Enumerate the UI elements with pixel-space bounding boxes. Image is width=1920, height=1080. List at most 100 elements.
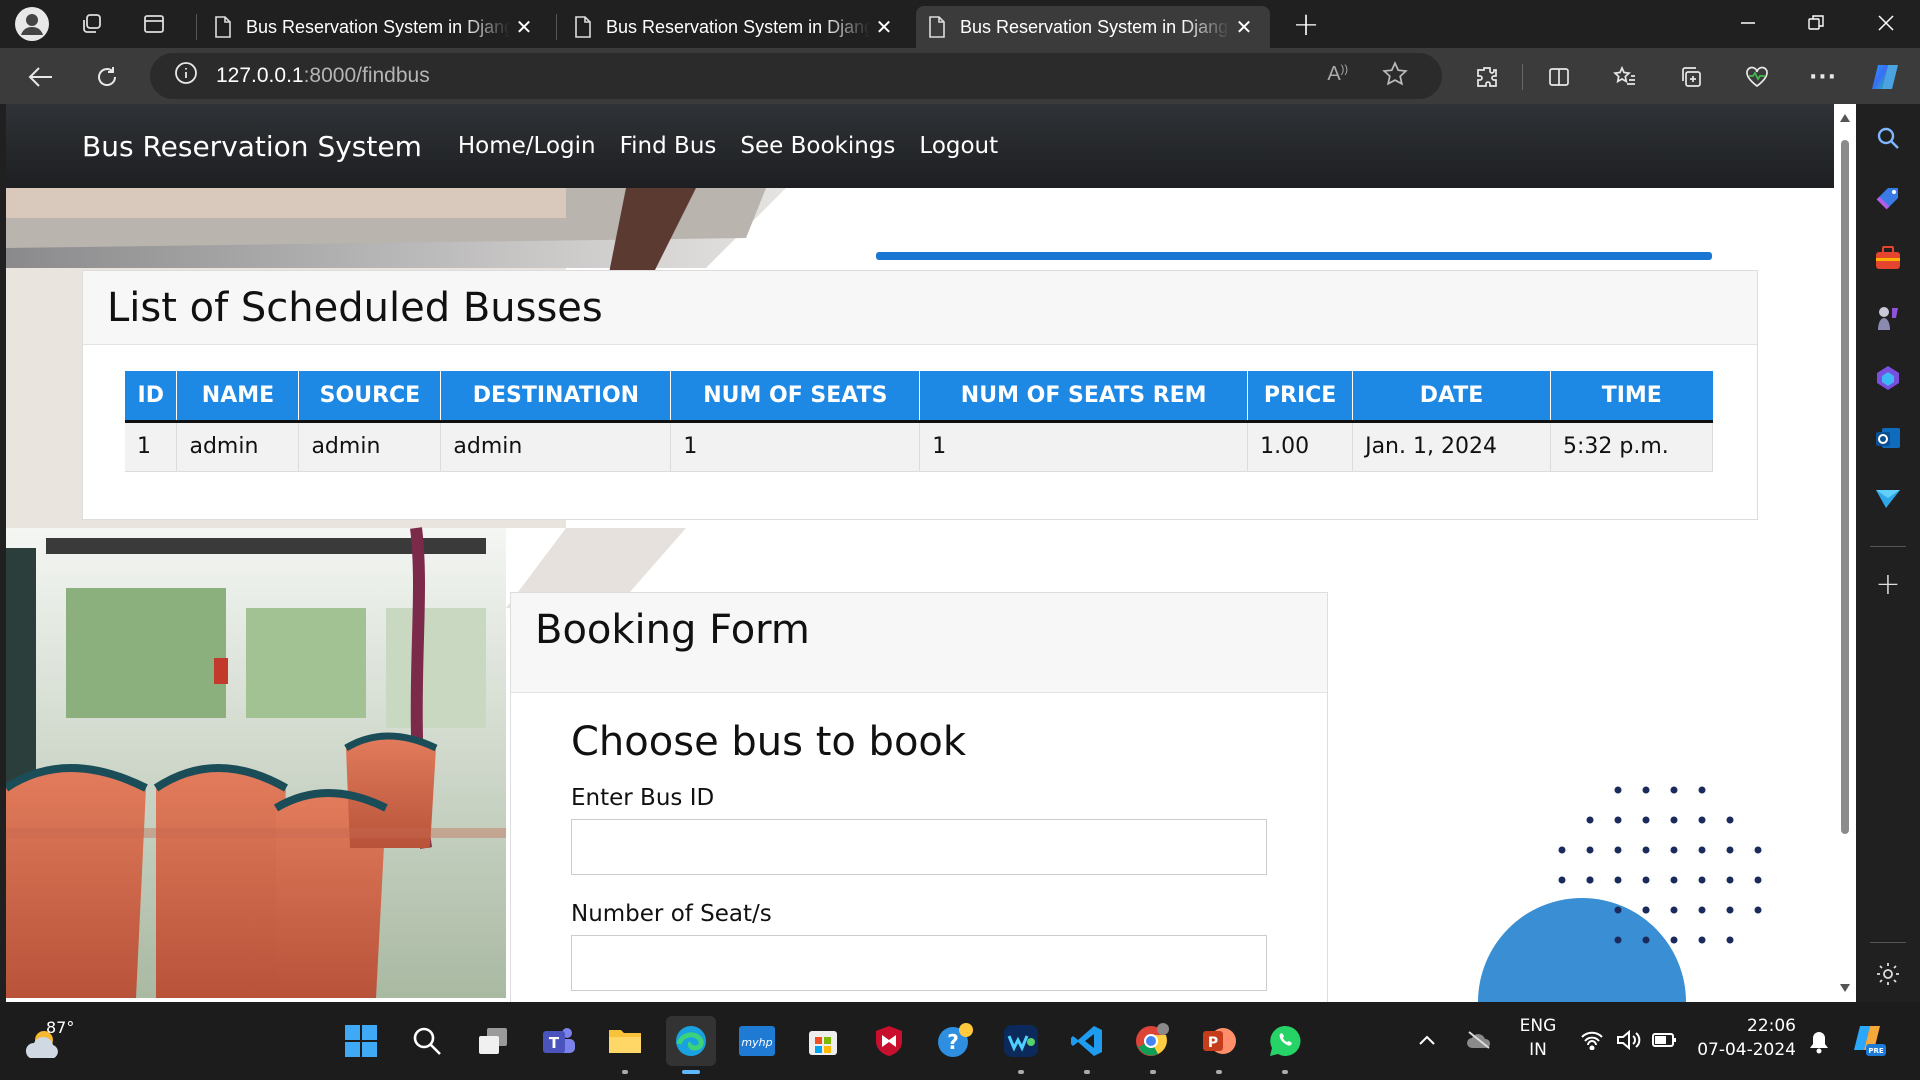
- address-bar[interactable]: 127.0.0.1:8000/findbus A)): [150, 53, 1442, 99]
- more-menu-icon[interactable]: ···: [1804, 58, 1842, 96]
- shopping-tag-icon[interactable]: [1870, 180, 1906, 216]
- blue-circle-decoration: [1478, 898, 1686, 1002]
- seats-input[interactable]: [571, 935, 1267, 991]
- webex-icon[interactable]: [996, 1016, 1046, 1074]
- file-explorer-icon[interactable]: [600, 1016, 650, 1074]
- close-tab-icon[interactable]: ✕: [510, 13, 538, 41]
- start-windows-icon[interactable]: [336, 1016, 386, 1066]
- col-source: SOURCE: [298, 371, 442, 423]
- close-tab-icon[interactable]: ✕: [1230, 13, 1258, 41]
- page-scrollbar[interactable]: [1834, 104, 1856, 1002]
- search-icon[interactable]: [1870, 120, 1906, 156]
- refresh-icon[interactable]: [88, 58, 126, 96]
- url-path: :8000/findbus: [303, 64, 430, 87]
- restore-button[interactable]: [1782, 0, 1850, 46]
- onedrive-offline-icon[interactable]: [1466, 1030, 1492, 1054]
- whatsapp-icon[interactable]: [1260, 1016, 1310, 1074]
- minimize-button[interactable]: [1714, 0, 1782, 46]
- taskbar-search-icon[interactable]: [402, 1016, 452, 1066]
- cell-time: 5:32 p.m.: [1550, 421, 1713, 472]
- scroll-thumb[interactable]: [1841, 140, 1849, 834]
- bus-list-card: List of Scheduled Busses ID NAME SOURCE …: [82, 270, 1758, 520]
- mcafee-icon[interactable]: [864, 1016, 914, 1066]
- read-aloud-icon[interactable]: A)): [1327, 63, 1348, 86]
- new-tab-button[interactable]: +: [1288, 5, 1324, 43]
- copilot-preview-icon[interactable]: PRE: [1852, 1022, 1888, 1062]
- browser-tab-2[interactable]: Bus Reservation System in Django ✕: [562, 6, 910, 48]
- send-icon[interactable]: [1870, 480, 1906, 516]
- tools-briefcase-icon[interactable]: [1870, 240, 1906, 276]
- svg-text:myhp: myhp: [741, 1036, 772, 1049]
- col-id: ID: [125, 371, 178, 423]
- svg-text:T: T: [549, 1034, 560, 1052]
- show-hidden-icons-chevron-icon[interactable]: [1418, 1030, 1436, 1051]
- keyboard-region: IN: [1529, 1040, 1547, 1060]
- tab-title: Bus Reservation System in Django: [606, 16, 870, 37]
- microsoft-store-icon[interactable]: [798, 1016, 848, 1066]
- windows-taskbar: 87° T myhp ? P ENG IN 22:06 07-04-2024 P…: [0, 1002, 1920, 1080]
- powerpoint-icon[interactable]: P: [1194, 1016, 1244, 1074]
- vscode-icon[interactable]: [1062, 1016, 1112, 1074]
- browser-essentials-icon[interactable]: [1738, 58, 1776, 96]
- browser-tab-3-active[interactable]: Bus Reservation System in Django ✕: [916, 6, 1270, 48]
- close-window-button[interactable]: [1852, 0, 1920, 46]
- wifi-icon[interactable]: [1580, 1030, 1604, 1054]
- games-icon[interactable]: [1870, 300, 1906, 336]
- web-page: Bus Reservation System Home/Login Find B…: [6, 104, 1834, 1002]
- browser-tab-1[interactable]: Bus Reservation System in Django ✕: [202, 6, 550, 48]
- favorite-star-icon[interactable]: [1382, 61, 1408, 93]
- booking-form-card: Booking Form Choose bus to book Enter Bu…: [510, 592, 1328, 1002]
- get-help-icon[interactable]: ?: [930, 1016, 980, 1066]
- split-screen-icon[interactable]: [1540, 58, 1578, 96]
- outlook-icon[interactable]: [1870, 420, 1906, 456]
- teams-icon[interactable]: T: [534, 1016, 584, 1066]
- tab-actions-icon[interactable]: [136, 6, 172, 42]
- booking-form-heading: Booking Form: [511, 593, 1327, 693]
- cell-price: 1.00: [1247, 421, 1354, 472]
- weather-widget[interactable]: 87°: [24, 1018, 84, 1064]
- notifications-bell-icon[interactable]: [1808, 1030, 1830, 1058]
- cell-name: admin: [176, 421, 300, 472]
- favorites-icon[interactable]: [1606, 58, 1644, 96]
- system-clock[interactable]: 22:06 07-04-2024: [1696, 1014, 1796, 1062]
- edge-browser-icon[interactable]: [666, 1016, 716, 1074]
- cell-num-seats: 1: [670, 421, 921, 472]
- bus-id-input[interactable]: [571, 819, 1267, 875]
- workspaces-icon[interactable]: [74, 6, 110, 42]
- svg-text:?: ?: [947, 1030, 959, 1054]
- myhp-icon[interactable]: myhp: [732, 1016, 782, 1066]
- scroll-up-icon[interactable]: [1840, 114, 1850, 122]
- site-info-icon[interactable]: [174, 61, 198, 91]
- col-time: TIME: [1550, 371, 1713, 423]
- language-indicator[interactable]: ENG IN: [1516, 1014, 1560, 1062]
- chrome-icon[interactable]: [1128, 1016, 1178, 1074]
- url-host: 127.0.0.1: [216, 64, 304, 87]
- add-sidebar-app-icon[interactable]: +: [1870, 566, 1906, 602]
- sidebar-settings-gear-icon[interactable]: [1870, 956, 1906, 992]
- nav-home-login[interactable]: Home/Login: [458, 133, 596, 159]
- collections-icon[interactable]: [1672, 58, 1710, 96]
- brand-link[interactable]: Bus Reservation System: [82, 130, 422, 163]
- nav-see-bookings[interactable]: See Bookings: [740, 133, 895, 159]
- close-tab-icon[interactable]: ✕: [870, 13, 898, 41]
- col-num-seats: NUM OF SEATS: [670, 371, 921, 423]
- profile-icon[interactable]: [14, 6, 50, 42]
- volume-icon[interactable]: [1616, 1029, 1642, 1054]
- clock-time: 22:06: [1747, 1016, 1796, 1036]
- task-view-icon[interactable]: [468, 1016, 518, 1066]
- cell-num-seats-rem: 1: [919, 421, 1249, 472]
- copilot-icon[interactable]: [1866, 58, 1904, 96]
- battery-icon[interactable]: [1652, 1032, 1678, 1052]
- table-row: 1 admin admin admin 1 1 1.00 Jan. 1, 202…: [125, 421, 1713, 472]
- copilot-app-icon[interactable]: [1870, 360, 1906, 396]
- nav-find-bus[interactable]: Find Bus: [620, 133, 717, 159]
- page-icon: [215, 16, 231, 38]
- back-icon[interactable]: [22, 58, 60, 96]
- page-icon: [929, 16, 945, 38]
- col-price: PRICE: [1247, 371, 1354, 423]
- scroll-down-icon[interactable]: [1840, 984, 1850, 992]
- col-destination: DESTINATION: [440, 371, 672, 423]
- bus-list-heading: List of Scheduled Busses: [83, 271, 1757, 345]
- nav-logout[interactable]: Logout: [919, 133, 998, 159]
- extensions-icon[interactable]: [1468, 58, 1506, 96]
